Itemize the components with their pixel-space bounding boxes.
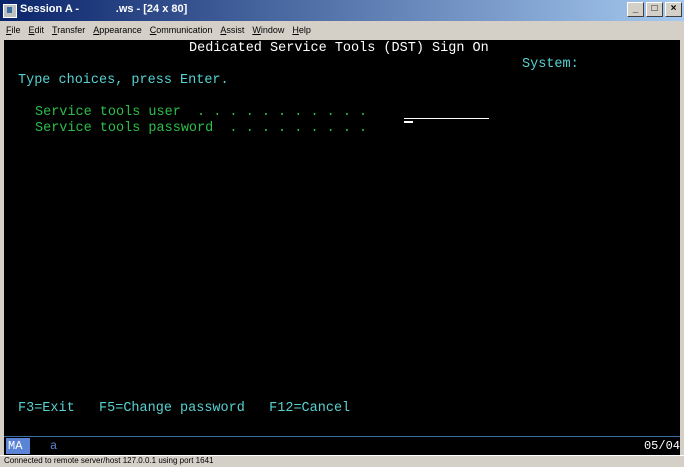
emulator-window: Session A - .ws - [24 x 80] _ □ × File E… <box>0 0 684 467</box>
oia-mode: MA <box>6 438 30 454</box>
app-icon[interactable] <box>3 4 17 18</box>
status-text: Connected to remote server/host 127.0.0.… <box>4 456 214 465</box>
window-title: Session A - .ws - [24 x 80] <box>20 3 188 15</box>
maximize-button[interactable]: □ <box>646 2 663 17</box>
minimize-button[interactable]: _ <box>627 2 644 17</box>
function-keys: F3=Exit F5=Change password F12=Cancel <box>18 401 351 416</box>
instruction-text: Type choices, press Enter. <box>18 73 229 88</box>
screen-heading: Dedicated Service Tools (DST) Sign On <box>189 41 489 56</box>
operator-info-area: MA a 05/04 <box>4 436 680 455</box>
menu-bar: File Edit Transfer Appearance Communicat… <box>0 21 684 39</box>
close-button[interactable]: × <box>665 2 682 17</box>
window-controls: _ □ × <box>627 2 684 18</box>
terminal-screen[interactable]: Dedicated Service Tools (DST) Sign On Sy… <box>4 40 680 436</box>
menu-assist[interactable]: Assist <box>220 25 244 35</box>
menu-window[interactable]: Window <box>252 25 284 35</box>
menu-communication[interactable]: Communication <box>150 25 213 35</box>
menu-transfer[interactable]: Transfer <box>52 25 85 35</box>
title-bar[interactable]: Session A - .ws - [24 x 80] _ □ × <box>0 0 684 21</box>
menu-file[interactable]: File <box>6 25 21 35</box>
service-tools-user-label: Service tools user . . . . . . . . . . . <box>35 105 368 120</box>
system-label: System: <box>522 57 579 72</box>
service-tools-password-label: Service tools password . . . . . . . . . <box>35 121 368 136</box>
cursor-position: 05/04 <box>643 439 680 453</box>
menu-help[interactable]: Help <box>292 25 311 35</box>
menu-appearance[interactable]: Appearance <box>93 25 142 35</box>
service-tools-user-field[interactable] <box>404 118 489 119</box>
oia-indicator: a <box>50 439 58 453</box>
text-cursor <box>404 121 413 123</box>
status-bar: Connected to remote server/host 127.0.0.… <box>0 455 684 467</box>
menu-edit[interactable]: Edit <box>29 25 45 35</box>
